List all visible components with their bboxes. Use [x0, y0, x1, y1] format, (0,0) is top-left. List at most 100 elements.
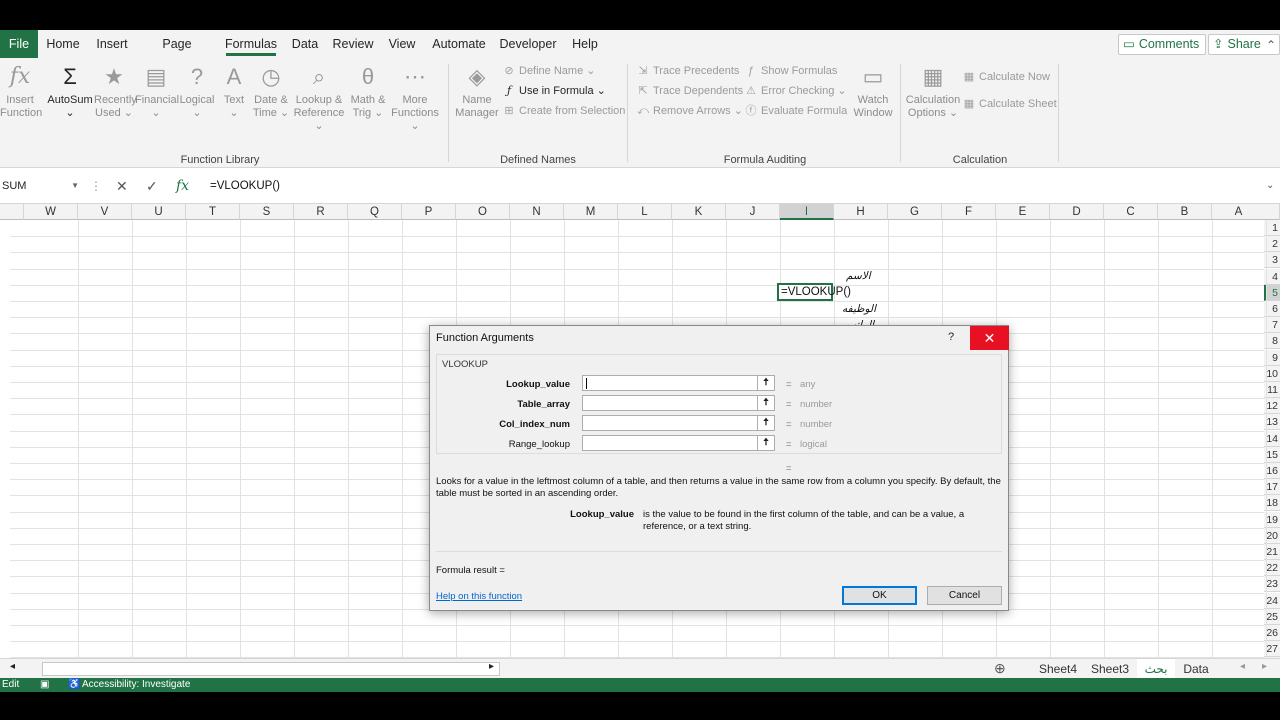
accessibility-icon[interactable]: ♿ — [68, 678, 80, 692]
cell-h4[interactable]: الاسم — [846, 270, 871, 282]
column-header-m[interactable]: M — [564, 204, 618, 220]
accessibility-status[interactable]: Accessibility: Investigate — [82, 678, 190, 692]
select-all-corner[interactable] — [1264, 204, 1280, 220]
tab-help[interactable]: Help — [570, 30, 600, 58]
horizontal-scrollbar[interactable] — [42, 662, 500, 676]
name-manager-button[interactable]: ◈ Name Manager — [454, 62, 500, 120]
date-time-button[interactable]: ◷ Date & Time ⌄ — [251, 62, 291, 120]
tab-developer[interactable]: Developer — [499, 30, 557, 58]
column-header-k[interactable]: K — [672, 204, 726, 220]
lookup-value-ref-button[interactable]: 🠅 — [757, 375, 775, 391]
grid-row-line — [10, 641, 1264, 643]
fx-icon: fx — [9, 64, 31, 89]
tab-home[interactable]: Home — [44, 30, 82, 58]
cancel-button[interactable]: Cancel — [927, 586, 1002, 605]
ok-button[interactable]: OK — [842, 586, 917, 605]
tab-automate[interactable]: Automate — [430, 30, 488, 58]
error-checking-button[interactable]: ⚠ Error Checking ⌄ — [744, 82, 847, 100]
remove-arrows-button[interactable]: ⤺ Remove Arrows ⌄ — [636, 102, 743, 120]
logical-icon: ? — [190, 64, 204, 89]
table-array-ref-button[interactable]: 🠅 — [757, 395, 775, 411]
help-on-function-link[interactable]: Help on this function — [436, 591, 522, 602]
tab-insert[interactable]: Insert — [93, 30, 131, 58]
column-header-g[interactable]: G — [888, 204, 942, 220]
grid-row-line — [10, 625, 1264, 626]
expand-formula-bar-icon[interactable]: ⌄ — [1266, 177, 1274, 195]
macro-record-icon[interactable]: ▣ — [40, 678, 49, 692]
close-button[interactable]: ✕ — [970, 326, 1009, 350]
column-header-o[interactable]: O — [456, 204, 510, 220]
tab-file[interactable]: File — [0, 30, 38, 58]
column-header-p[interactable]: P — [402, 204, 456, 220]
enter-icon[interactable]: ✓ — [146, 177, 158, 195]
scroll-sheets-right-icon[interactable]: ▸ — [1262, 661, 1267, 672]
comments-button[interactable]: ▭ Comments — [1118, 34, 1207, 55]
insert-function-icon[interactable]: fx — [176, 177, 189, 195]
column-header-f[interactable]: F — [942, 204, 996, 220]
grid-column-line — [402, 220, 403, 688]
lookup-reference-button[interactable]: ⌕ Lookup & Reference ⌄ — [291, 62, 347, 133]
column-header-j[interactable]: J — [726, 204, 780, 220]
watch-window-button[interactable]: ▭ Watch Window — [848, 62, 898, 120]
lookup-value-input[interactable] — [582, 375, 758, 391]
calculate-now-button[interactable]: ▦ Calculate Now — [962, 68, 1050, 86]
range-lookup-ref-button[interactable]: 🠅 — [757, 435, 775, 451]
column-header-l[interactable]: L — [618, 204, 672, 220]
column-header-i[interactable]: I — [780, 204, 834, 220]
column-header-t[interactable]: T — [186, 204, 240, 220]
col-index-num-ref-button[interactable]: 🠅 — [757, 415, 775, 431]
column-header-h[interactable]: H — [834, 204, 888, 220]
math-trig-button[interactable]: θ Math & Trig ⌄ — [348, 62, 388, 120]
tab-formulas[interactable]: Formulas — [224, 30, 278, 58]
column-header-u[interactable]: U — [132, 204, 186, 220]
formula-bar: SUM ▼ ⋮ ✕ ✓ fx =VLOOKUP() ⌄ — [0, 168, 1280, 204]
tab-view[interactable]: View — [387, 30, 417, 58]
range-lookup-input[interactable] — [582, 435, 758, 451]
column-header-r[interactable]: R — [294, 204, 348, 220]
cancel-icon[interactable]: ✕ — [116, 177, 128, 195]
column-header-n[interactable]: N — [510, 204, 564, 220]
recently-used-button[interactable]: ★ Recently Used ⌄ — [94, 62, 137, 120]
evaluate-formula-button[interactable]: ⓕ Evaluate Formula — [744, 102, 848, 120]
column-header-e[interactable]: E — [996, 204, 1050, 220]
name-box[interactable]: SUM ▼ — [0, 177, 82, 195]
more-functions-icon: ⋯ — [404, 64, 426, 89]
financial-button[interactable]: ▤ Financial ⌄ — [135, 62, 179, 120]
column-header-w[interactable]: W — [24, 204, 78, 220]
formula-input[interactable]: =VLOOKUP() — [210, 177, 280, 195]
column-header-c[interactable]: C — [1104, 204, 1158, 220]
add-sheet-icon[interactable]: ⊕ — [994, 660, 1006, 677]
text-functions-button[interactable]: A Text ⌄ — [218, 62, 250, 120]
column-header-d[interactable]: D — [1050, 204, 1104, 220]
scroll-left-icon[interactable]: ◂ — [10, 661, 15, 672]
insert-function-button[interactable]: fx Insert Function — [0, 62, 42, 120]
help-button[interactable]: ? — [948, 331, 954, 343]
col-index-num-input[interactable] — [582, 415, 758, 431]
column-header-a[interactable]: A — [1212, 204, 1266, 220]
collapse-ribbon-icon[interactable]: ⌃ — [1266, 38, 1276, 52]
autosum-button[interactable]: Σ AutoSum ⌄ — [46, 62, 94, 120]
logical-button[interactable]: ? Logical ⌄ — [178, 62, 216, 120]
create-from-selection-button[interactable]: ⊞ Create from Selection — [502, 102, 625, 120]
calculation-options-button[interactable]: ▦ Calculation Options ⌄ — [904, 62, 962, 120]
tab-data[interactable]: Data — [289, 30, 321, 58]
column-header-q[interactable]: Q — [348, 204, 402, 220]
arg-equals: = — [786, 379, 792, 390]
show-formulas-button[interactable]: ƒ Show Formulas — [744, 62, 837, 80]
column-header-s[interactable]: S — [240, 204, 294, 220]
column-header-v[interactable]: V — [78, 204, 132, 220]
scroll-right-icon[interactable]: ▸ — [489, 661, 494, 672]
table-array-input[interactable] — [582, 395, 758, 411]
trace-precedents-button[interactable]: ⇲ Trace Precedents — [636, 62, 739, 80]
scroll-sheets-left-icon[interactable]: ◂ — [1240, 661, 1245, 672]
more-functions-button[interactable]: ⋯ More Functions ⌄ — [388, 62, 442, 133]
column-header-b[interactable]: B — [1158, 204, 1212, 220]
calculate-sheet-button[interactable]: ▦ Calculate Sheet — [962, 95, 1057, 113]
cell-h6[interactable]: الوظيفه — [842, 303, 876, 315]
define-name-button[interactable]: ⊘ Define Name ⌄ — [502, 62, 595, 80]
active-cell-i5[interactable]: =VLOOKUP() — [777, 283, 851, 301]
use-in-formula-button[interactable]: ƒ Use in Formula ⌄ — [502, 82, 606, 100]
tab-page-layout[interactable]: Page Layout — [142, 30, 212, 79]
trace-dependents-button[interactable]: ⇱ Trace Dependents — [636, 82, 743, 100]
tab-review[interactable]: Review — [332, 30, 374, 58]
